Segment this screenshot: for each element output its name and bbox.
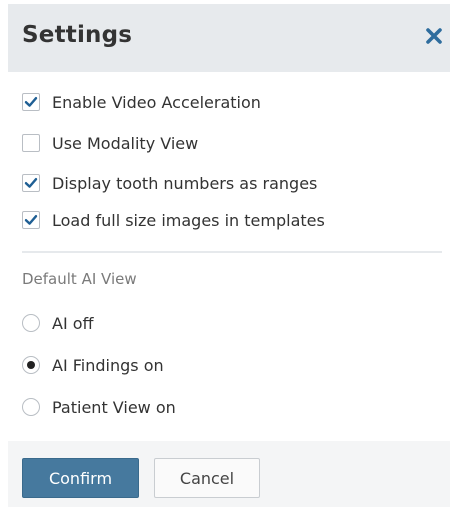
- checkbox-row-full-size-images[interactable]: Load full size images in templates: [22, 207, 325, 233]
- radio-row-patient-view-on[interactable]: Patient View on: [22, 394, 176, 420]
- dialog-header: Settings: [8, 4, 450, 72]
- close-button[interactable]: [422, 24, 446, 48]
- section-divider: [22, 251, 442, 253]
- radio-row-ai-off[interactable]: AI off: [22, 310, 94, 336]
- default-ai-view-label: Default AI View: [22, 270, 137, 288]
- checkbox-modality-view[interactable]: [22, 134, 40, 152]
- checkmark-icon: [24, 215, 38, 225]
- checkbox-row-tooth-ranges[interactable]: Display tooth numbers as ranges: [22, 170, 317, 196]
- checkmark-icon: [24, 97, 38, 107]
- checkbox-label: Enable Video Acceleration: [52, 92, 261, 112]
- radio-label: Patient View on: [52, 397, 176, 417]
- checkmark-icon: [24, 178, 38, 188]
- radio-patient-view-on[interactable]: [22, 398, 40, 416]
- radio-selected-dot: [27, 361, 35, 369]
- radio-row-ai-findings-on[interactable]: AI Findings on: [22, 352, 164, 378]
- dialog-title: Settings: [22, 22, 133, 48]
- dialog-footer: Confirm Cancel: [8, 441, 450, 507]
- checkbox-row-video-acceleration[interactable]: Enable Video Acceleration: [22, 89, 261, 115]
- settings-dialog: Settings Enable Video Acceleration Use M…: [0, 0, 450, 507]
- checkbox-video-acceleration[interactable]: [22, 93, 40, 111]
- checkbox-label: Use Modality View: [52, 133, 199, 153]
- cancel-button[interactable]: Cancel: [154, 458, 260, 498]
- radio-ai-off[interactable]: [22, 314, 40, 332]
- checkbox-tooth-ranges[interactable]: [22, 174, 40, 192]
- confirm-button[interactable]: Confirm: [22, 458, 139, 498]
- close-icon: [426, 28, 442, 44]
- checkbox-full-size-images[interactable]: [22, 211, 40, 229]
- checkbox-row-modality-view[interactable]: Use Modality View: [22, 130, 198, 156]
- radio-label: AI off: [52, 313, 94, 333]
- checkbox-label: Load full size images in templates: [52, 210, 325, 230]
- radio-ai-findings-on[interactable]: [22, 356, 40, 374]
- checkbox-label: Display tooth numbers as ranges: [52, 173, 318, 193]
- radio-label: AI Findings on: [52, 355, 164, 375]
